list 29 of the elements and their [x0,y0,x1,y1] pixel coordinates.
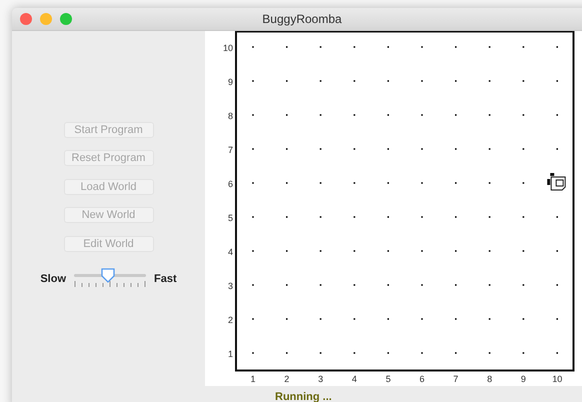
close-button[interactable] [20,12,32,25]
minimize-button[interactable] [40,12,52,25]
status-text: Running ... [275,390,332,402]
row-label: 10 [222,42,233,53]
column-label: 8 [487,374,492,384]
column-label: 4 [352,374,357,384]
column-label: 7 [453,374,458,384]
column-label: 3 [318,374,324,384]
slow-label: Slow [40,273,66,286]
robot-icon [547,172,566,190]
slider-thumb[interactable] [100,268,115,284]
row-label: 7 [228,144,233,155]
row-label: 3 [228,280,233,291]
column-label: 9 [520,374,526,384]
column-label: 10 [552,374,562,384]
row-label: 2 [228,314,233,325]
row-label: 4 [228,246,233,257]
column-label: 5 [386,374,391,384]
row-label: 9 [228,76,233,87]
row-label: 6 [228,178,233,189]
column-label: 6 [420,374,424,384]
column-label: 1 [250,374,256,384]
column-label: 2 [284,374,290,384]
fast-label: Fast [154,273,177,286]
row-label: 8 [228,110,233,121]
row-label: 5 [228,212,233,223]
zoom-button[interactable] [60,12,72,25]
row-label: 1 [228,348,233,359]
window-title: BuggyRoomba [262,12,342,26]
